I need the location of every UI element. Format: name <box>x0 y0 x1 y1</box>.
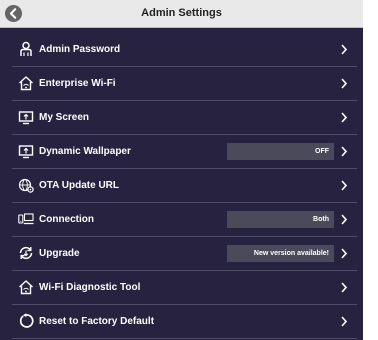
setting-label: Upgrade <box>39 248 80 259</box>
setting-label: Reset to Factory Default <box>39 316 155 327</box>
setting-label: Dynamic Wallpaper <box>39 146 131 157</box>
page-title: Admin Settings <box>141 7 222 19</box>
chevron-right-icon <box>341 316 347 327</box>
chevron-right-icon <box>341 248 347 259</box>
setting-row-reset-factory-default[interactable]: Reset to Factory Default <box>12 305 357 339</box>
setting-value-dynamic-wallpaper: OFF <box>227 143 334 160</box>
setting-row-my-screen[interactable]: My Screen <box>12 101 357 135</box>
setting-row-admin-password[interactable]: Admin Password <box>12 33 357 67</box>
chevron-right-icon <box>341 112 347 123</box>
reset-icon <box>19 313 34 328</box>
admin-settings-screen: Admin Settings Admin Password Enterprise… <box>0 0 378 340</box>
chevron-right-icon <box>341 282 347 293</box>
home-wifi-icon <box>19 76 33 91</box>
setting-label: Enterprise Wi-Fi <box>39 78 116 89</box>
sync-icon <box>19 246 33 260</box>
setting-label: OTA Update URL <box>39 180 119 191</box>
settings-list: Admin Password Enterprise Wi-Fi My Scree… <box>12 33 357 339</box>
setting-row-ota-update-url[interactable]: OTA Update URL <box>12 169 357 203</box>
setting-label: My Screen <box>39 112 90 123</box>
setting-row-wifi-diagnostic-tool[interactable]: Wi-Fi Diagnostic Tool <box>12 271 357 305</box>
screen-icon <box>18 111 34 125</box>
header-bar: Admin Settings <box>0 0 363 28</box>
setting-row-upgrade[interactable]: Upgrade New version available! <box>12 237 357 271</box>
setting-row-enterprise-wifi[interactable]: Enterprise Wi-Fi <box>12 67 357 101</box>
devices-icon <box>18 213 34 225</box>
setting-row-dynamic-wallpaper[interactable]: Dynamic Wallpaper OFF <box>12 135 357 169</box>
setting-label: Connection <box>39 214 94 225</box>
person-icon <box>20 41 32 56</box>
chevron-right-icon <box>341 214 347 225</box>
home-wifi-icon <box>19 280 33 295</box>
right-gutter <box>363 0 378 340</box>
setting-value-connection: Both <box>227 211 334 228</box>
screen-icon <box>18 145 34 159</box>
setting-value-upgrade: New version available! <box>227 245 334 262</box>
chevron-right-icon <box>341 78 347 89</box>
globe-gear-icon <box>18 178 34 193</box>
setting-label: Wi-Fi Diagnostic Tool <box>39 282 141 293</box>
chevron-right-icon <box>341 146 347 157</box>
setting-label: Admin Password <box>39 44 121 55</box>
chevron-right-icon <box>341 44 347 55</box>
setting-row-connection[interactable]: Connection Both <box>12 203 357 237</box>
chevron-right-icon <box>341 180 347 191</box>
